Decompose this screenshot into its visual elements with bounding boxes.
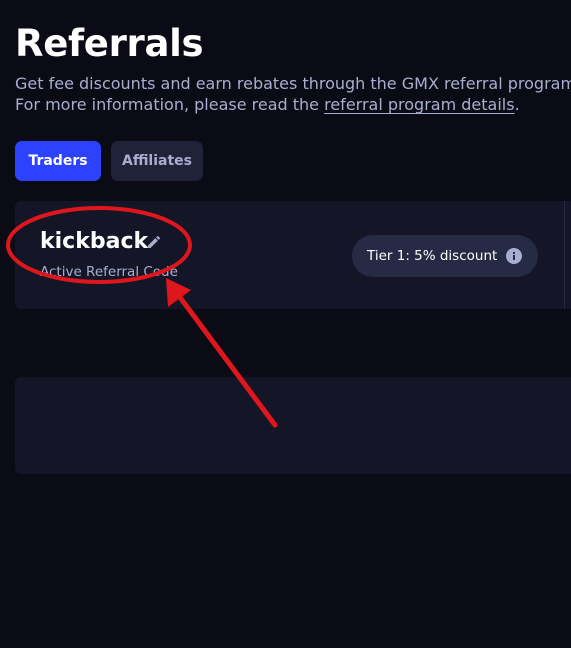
referral-program-details-link[interactable]: referral program details — [324, 95, 514, 114]
tab-traders[interactable]: Traders — [15, 141, 101, 181]
referrals-page: Referrals Get fee discounts and earn reb… — [0, 0, 571, 648]
referral-code-caption: Active Referral Code — [40, 264, 178, 280]
referral-code-card: kickback Active Referral Code Tier 1: 5%… — [15, 201, 571, 309]
referral-code: kickback — [40, 229, 149, 254]
tier-label: Tier 1: 5% discount — [367, 248, 498, 264]
subtitle-line-1: Get fee discounts and earn rebates throu… — [15, 74, 571, 93]
subtitle-line-2: For more information, please read the re… — [15, 94, 571, 115]
pencil-icon[interactable] — [146, 234, 162, 250]
tab-affiliates[interactable]: Affiliates — [111, 141, 203, 181]
info-icon[interactable] — [506, 248, 522, 264]
subtitle-line-2-suffix: . — [514, 95, 520, 114]
subtitle-line-2-prefix: For more information, please read the — [15, 95, 325, 114]
page-title: Referrals — [15, 22, 204, 65]
tier-badge: Tier 1: 5% discount — [352, 235, 538, 277]
page-subtitle: Get fee discounts and earn rebates throu… — [15, 73, 571, 115]
empty-card — [15, 377, 571, 474]
card-divider — [564, 201, 565, 309]
